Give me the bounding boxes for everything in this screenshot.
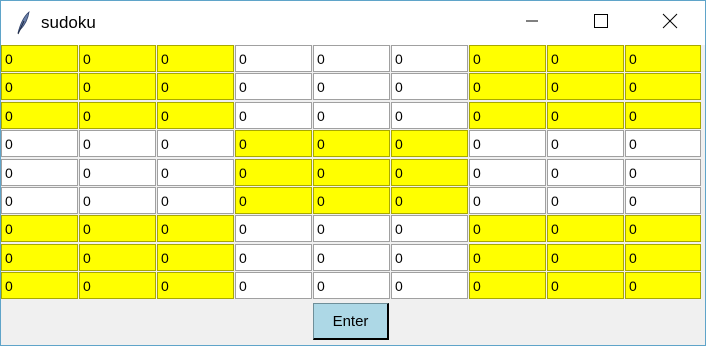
cell-r1-c7[interactable] — [469, 45, 546, 72]
cell-r5-c3[interactable] — [157, 159, 234, 186]
cell-r9-c7[interactable] — [469, 272, 546, 299]
cell-r1-c8[interactable] — [547, 45, 624, 72]
cell-r5-c8[interactable] — [547, 159, 624, 186]
cell-r4-c4[interactable] — [235, 130, 312, 157]
cell-r9-c1[interactable] — [1, 272, 78, 299]
cell-r5-c7[interactable] — [469, 159, 546, 186]
cell-r8-c6[interactable] — [391, 244, 468, 271]
title-bar[interactable]: sudoku — [1, 1, 705, 45]
cell-r2-c1[interactable] — [1, 73, 78, 100]
cell-r8-c3[interactable] — [157, 244, 234, 271]
sudoku-window: sudoku Enter — [0, 0, 706, 346]
cell-r6-c3[interactable] — [157, 187, 234, 214]
cell-r4-c2[interactable] — [79, 130, 156, 157]
cell-r9-c9[interactable] — [625, 272, 701, 299]
cell-r4-c8[interactable] — [547, 130, 624, 157]
cell-r7-c6[interactable] — [391, 215, 468, 242]
cell-r3-c5[interactable] — [313, 102, 390, 129]
cell-r6-c6[interactable] — [391, 187, 468, 214]
cell-r9-c6[interactable] — [391, 272, 468, 299]
minimize-icon — [524, 13, 540, 34]
cell-r9-c5[interactable] — [313, 272, 390, 299]
cell-r5-c2[interactable] — [79, 159, 156, 186]
cell-r8-c5[interactable] — [313, 244, 390, 271]
cell-r4-c9[interactable] — [625, 130, 701, 157]
cell-r1-c6[interactable] — [391, 45, 468, 72]
cell-r9-c3[interactable] — [157, 272, 234, 299]
cell-r2-c3[interactable] — [157, 73, 234, 100]
cell-r3-c7[interactable] — [469, 102, 546, 129]
feather-icon — [15, 11, 31, 35]
cell-r3-c6[interactable] — [391, 102, 468, 129]
sudoku-grid — [1, 45, 701, 301]
cell-r9-c2[interactable] — [79, 272, 156, 299]
cell-r4-c6[interactable] — [391, 130, 468, 157]
cell-r7-c7[interactable] — [469, 215, 546, 242]
cell-r2-c6[interactable] — [391, 73, 468, 100]
cell-r9-c4[interactable] — [235, 272, 312, 299]
cell-r6-c2[interactable] — [79, 187, 156, 214]
cell-r7-c5[interactable] — [313, 215, 390, 242]
cell-r6-c4[interactable] — [235, 187, 312, 214]
cell-r5-c6[interactable] — [391, 159, 468, 186]
maximize-button[interactable] — [578, 1, 624, 45]
cell-r3-c9[interactable] — [625, 102, 701, 129]
cell-r4-c1[interactable] — [1, 130, 78, 157]
cell-r8-c2[interactable] — [79, 244, 156, 271]
cell-r6-c9[interactable] — [625, 187, 701, 214]
cell-r3-c2[interactable] — [79, 102, 156, 129]
cell-r7-c8[interactable] — [547, 215, 624, 242]
cell-r3-c1[interactable] — [1, 102, 78, 129]
cell-r3-c3[interactable] — [157, 102, 234, 129]
cell-r2-c8[interactable] — [547, 73, 624, 100]
cell-r1-c1[interactable] — [1, 45, 78, 72]
cell-r1-c5[interactable] — [313, 45, 390, 72]
cell-r2-c7[interactable] — [469, 73, 546, 100]
cell-r3-c8[interactable] — [547, 102, 624, 129]
cell-r7-c2[interactable] — [79, 215, 156, 242]
cell-r8-c8[interactable] — [547, 244, 624, 271]
enter-button[interactable]: Enter — [313, 303, 389, 340]
cell-r8-c1[interactable] — [1, 244, 78, 271]
cell-r5-c5[interactable] — [313, 159, 390, 186]
cell-r5-c1[interactable] — [1, 159, 78, 186]
cell-r5-c9[interactable] — [625, 159, 701, 186]
cell-r4-c3[interactable] — [157, 130, 234, 157]
cell-r7-c1[interactable] — [1, 215, 78, 242]
cell-r8-c9[interactable] — [625, 244, 701, 271]
cell-r7-c4[interactable] — [235, 215, 312, 242]
cell-r5-c4[interactable] — [235, 159, 312, 186]
cell-r3-c4[interactable] — [235, 102, 312, 129]
cell-r9-c8[interactable] — [547, 272, 624, 299]
cell-r1-c2[interactable] — [79, 45, 156, 72]
cell-r6-c8[interactable] — [547, 187, 624, 214]
cell-r2-c4[interactable] — [235, 73, 312, 100]
cell-r1-c4[interactable] — [235, 45, 312, 72]
cell-r2-c5[interactable] — [313, 73, 390, 100]
close-icon — [662, 13, 678, 34]
cell-r2-c2[interactable] — [79, 73, 156, 100]
cell-r1-c9[interactable] — [625, 45, 701, 72]
cell-r6-c1[interactable] — [1, 187, 78, 214]
cell-r8-c7[interactable] — [469, 244, 546, 271]
window-title: sudoku — [41, 13, 96, 32]
cell-r4-c5[interactable] — [313, 130, 390, 157]
minimize-button[interactable] — [509, 1, 555, 45]
close-button[interactable] — [647, 1, 693, 45]
cell-r2-c9[interactable] — [625, 73, 701, 100]
cell-r1-c3[interactable] — [157, 45, 234, 72]
cell-r7-c3[interactable] — [157, 215, 234, 242]
cell-r8-c4[interactable] — [235, 244, 312, 271]
cell-r7-c9[interactable] — [625, 215, 701, 242]
cell-r6-c5[interactable] — [313, 187, 390, 214]
cell-r6-c7[interactable] — [469, 187, 546, 214]
maximize-icon — [593, 13, 609, 34]
cell-r4-c7[interactable] — [469, 130, 546, 157]
